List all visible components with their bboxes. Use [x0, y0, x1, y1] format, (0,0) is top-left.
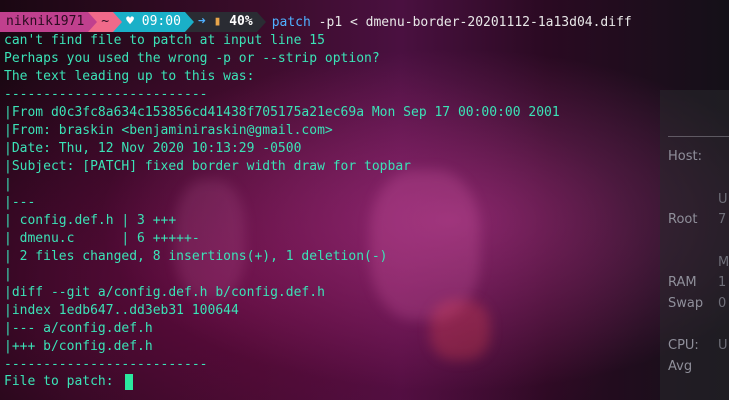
- output-line: --------------------------: [4, 87, 208, 102]
- output-line: | dmenu.c | 6 +++++-: [4, 231, 200, 246]
- output-line: |: [4, 267, 12, 282]
- output-line: |: [4, 177, 12, 192]
- terminal-window[interactable]: niknik1971 ~ ♥ 09:00 ➜ ▮ 40% patch -p1 <…: [0, 0, 729, 400]
- input-line[interactable]: File to patch:: [4, 373, 134, 391]
- output-line: | config.def.h | 3 +++: [4, 213, 177, 228]
- command-args: -p1 < dmenu-border-20201112-1a13d04.diff: [310, 14, 632, 30]
- prompt-dir: ~: [101, 14, 110, 29]
- heart-icon: ♥: [126, 14, 134, 29]
- output-line: | 2 files changed, 8 insertions(+), 1 de…: [4, 249, 388, 264]
- output-line: |Date: Thu, 12 Nov 2020 10:13:29 -0500: [4, 141, 302, 156]
- output-line: can't find file to patch at input line 1…: [4, 33, 325, 48]
- output-line: |--- a/config.def.h: [4, 321, 153, 336]
- prompt-battery-segment: ➜ ▮ 40%: [193, 12, 257, 32]
- input-prompt: File to patch:: [4, 374, 122, 389]
- prompt-battery: 40%: [229, 14, 253, 29]
- output-line: |---: [4, 195, 36, 210]
- command-name: patch: [271, 14, 311, 30]
- output-line: |From: braskin <benjaminiraskin@gmail.co…: [4, 123, 333, 138]
- output-line: |+++ b/config.def.h: [4, 339, 153, 354]
- prompt-user: niknik1971: [6, 14, 85, 29]
- output-line: Perhaps you used the wrong -p or --strip…: [4, 51, 380, 66]
- output-line: |From d0c3fc8a634c153856cd41438f705175a2…: [4, 105, 560, 120]
- output-line: --------------------------: [4, 357, 208, 372]
- shell-prompt: niknik1971 ~ ♥ 09:00 ➜ ▮ 40% patch -p1 <…: [0, 12, 632, 32]
- prompt-user-segment: niknik1971: [0, 12, 89, 32]
- text-cursor: [125, 373, 134, 390]
- output-line: |index 1edb647..dd3eb31 100644: [4, 303, 239, 318]
- arrow-right-icon: ➜: [197, 14, 206, 29]
- battery-icon: ▮: [213, 14, 222, 29]
- command-line: patch -p1 < dmenu-border-20201112-1a13d0…: [272, 15, 632, 30]
- prompt-dir-segment: ~: [97, 12, 114, 32]
- output-line: The text leading up to this was:: [4, 69, 255, 84]
- prompt-time-segment: ♥ 09:00: [122, 12, 185, 32]
- output-line: |Subject: [PATCH] fixed border width dra…: [4, 159, 411, 174]
- output-line: |diff --git a/config.def.h b/config.def.…: [4, 285, 325, 300]
- prompt-time: 09:00: [141, 14, 181, 29]
